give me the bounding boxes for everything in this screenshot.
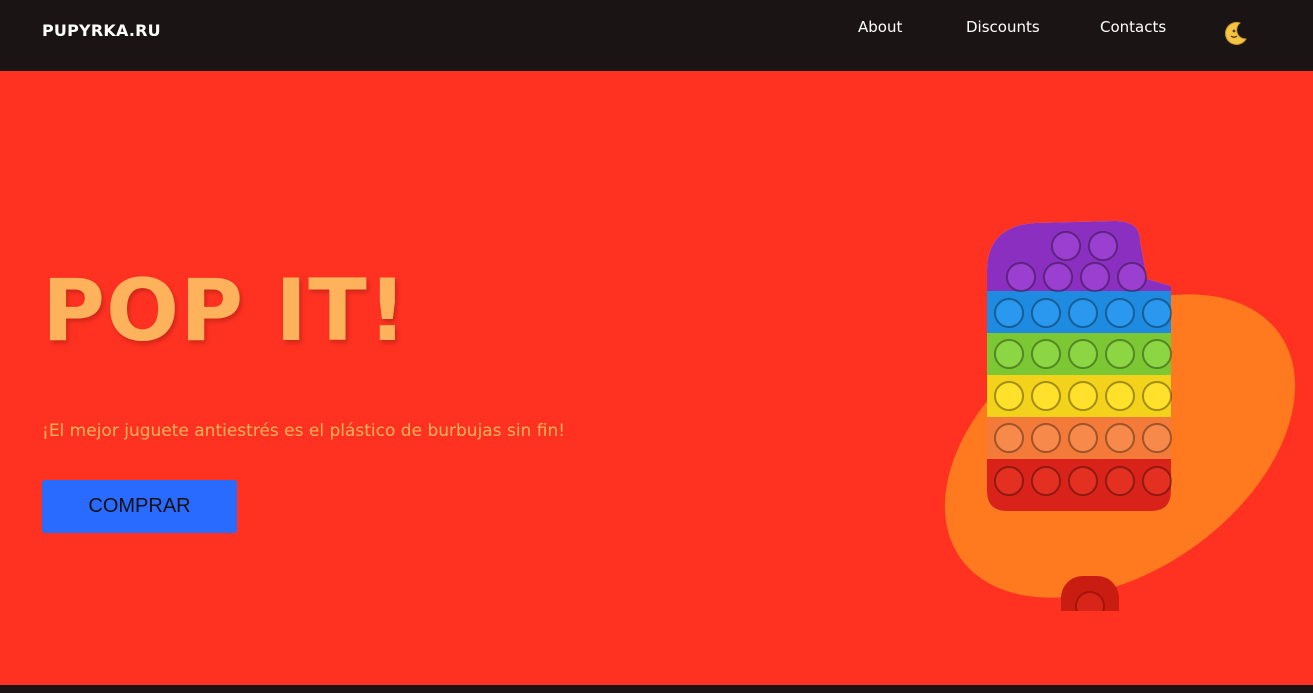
nav-about-link[interactable]: About — [858, 18, 902, 36]
hero-section: POP IT! ¡El mejor juguete antiestrés es … — [0, 71, 1313, 685]
footer-strip — [0, 685, 1313, 693]
buy-button[interactable]: COMPRAR — [42, 480, 237, 533]
site-logo[interactable]: PUPYRKA.RU — [42, 21, 161, 40]
popit-product-image — [925, 211, 1310, 638]
top-navbar: PUPYRKA.RU About Discounts Contacts — [0, 0, 1313, 71]
hero-title: POP IT! — [42, 261, 408, 361]
nav-contacts-link[interactable]: Contacts — [1100, 18, 1166, 36]
nav-discounts-link[interactable]: Discounts — [966, 18, 1040, 36]
hero-subtitle: ¡El mejor juguete antiestrés es el plást… — [42, 421, 566, 441]
moon-face-icon[interactable] — [1222, 19, 1250, 47]
